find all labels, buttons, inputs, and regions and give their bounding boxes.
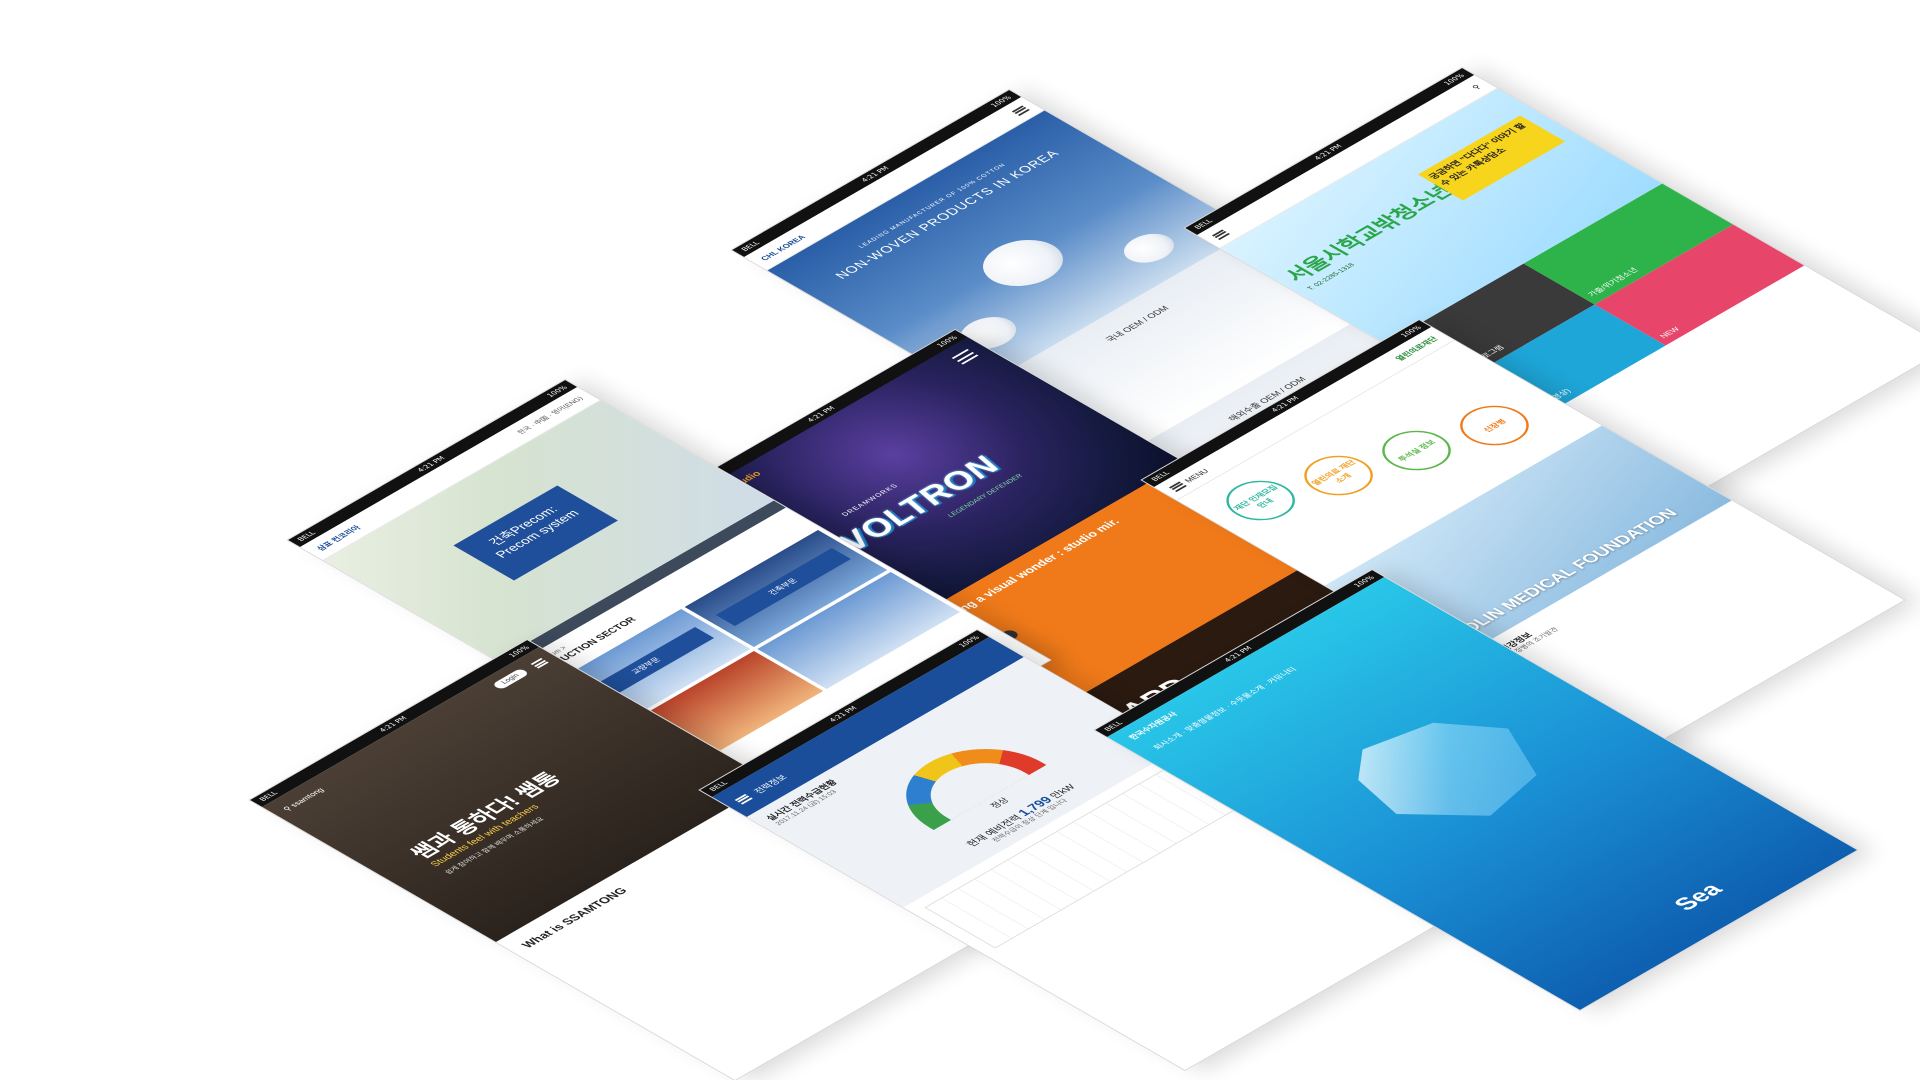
circle-recruit[interactable]: 재단 인재모집안내: [1212, 472, 1310, 529]
login-button[interactable]: Login: [491, 668, 530, 691]
search-icon[interactable]: ⚲: [1470, 83, 1483, 90]
hero-label[interactable]: 건축Precom: Precom system: [453, 485, 618, 581]
cotton-image: [966, 230, 1080, 296]
cotton-image: [1113, 228, 1185, 269]
hero-tagline: Sea: [1668, 879, 1729, 915]
circle-about[interactable]: 열린의료 재단소개: [1290, 447, 1388, 504]
header-title: 전력정보: [751, 773, 789, 795]
menu-icon[interactable]: [1011, 105, 1030, 116]
menu-icon[interactable]: [1211, 229, 1230, 240]
mockup-stage: BELL 4:21 PM 100% CHL KOREA LEADING MANUFA…: [0, 0, 1920, 1080]
menu-icon: [1168, 481, 1187, 492]
menu-icon[interactable]: [951, 349, 979, 365]
crystal-graphic: [1324, 697, 1575, 842]
circle-dialysis[interactable]: 투석실 정보: [1368, 422, 1466, 479]
circle-kidney[interactable]: 신장병: [1445, 397, 1543, 454]
menu-icon[interactable]: [734, 793, 753, 805]
menu-icon[interactable]: [530, 658, 549, 669]
